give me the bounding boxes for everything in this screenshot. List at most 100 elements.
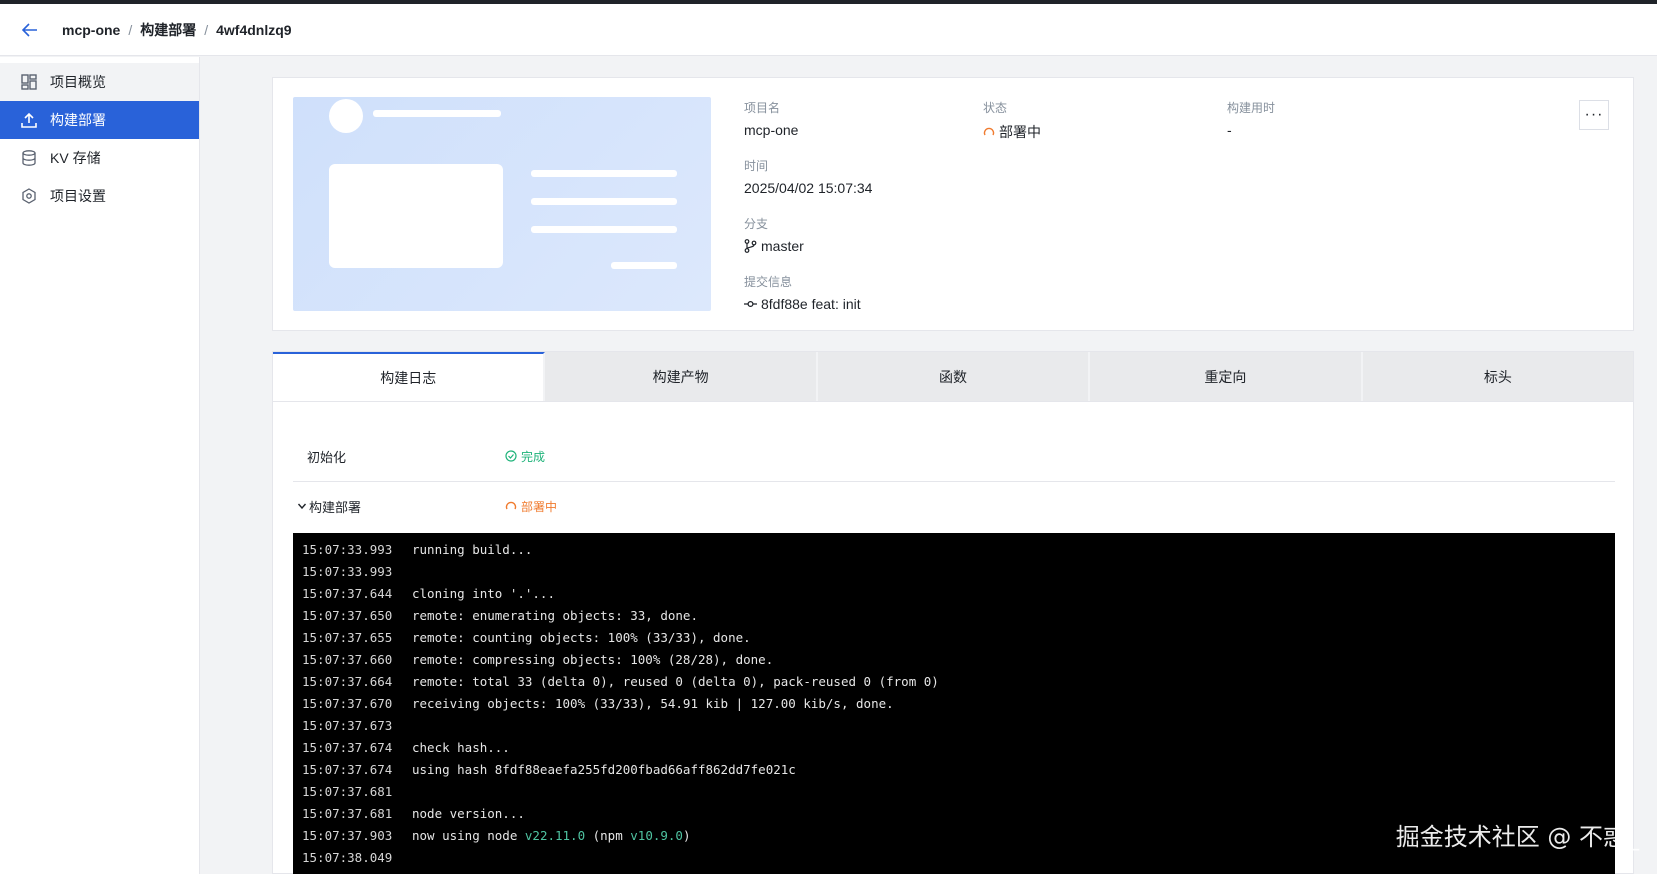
branch-label: 分支 <box>744 217 769 231</box>
log-timestamp: 15:07:37.650 <box>302 607 393 623</box>
tab-headers[interactable]: 标头 <box>1363 352 1633 401</box>
log-timestamp: 15:07:37.903 <box>302 827 393 843</box>
preview-line-placeholder <box>531 170 677 177</box>
sidebar-item-overview[interactable]: 项目概览 <box>0 63 199 101</box>
preview-line-placeholder <box>531 226 677 233</box>
log-message: using hash 8fdf88eaefa255fd200fbad66aff8… <box>412 761 796 777</box>
log-text: now using node <box>412 827 525 843</box>
check-circle-icon <box>505 450 517 462</box>
database-icon <box>20 149 38 167</box>
preview-line-placeholder <box>611 262 677 269</box>
log-message: receiving objects: 100% (33/33), 54.91 k… <box>412 695 894 711</box>
preview-avatar-placeholder <box>329 99 363 133</box>
commit-label: 提交信息 <box>744 275 793 289</box>
time-field: 时间 2025/04/02 15:07:34 <box>744 157 872 196</box>
branch-text[interactable]: master <box>761 238 804 254</box>
status-value: 部署中 <box>983 122 1041 142</box>
dashboard-icon <box>20 73 38 91</box>
step-name: 构建部署 <box>309 499 362 515</box>
step-name: 初始化 <box>307 449 347 465</box>
more-actions-button[interactable]: ··· <box>1579 100 1609 130</box>
sidebar-item-label: 构建部署 <box>50 112 106 128</box>
log-line: 15:07:33.993 <box>293 560 1615 582</box>
log-line: 15:07:37.655 remote: counting objects: 10… <box>293 626 1615 648</box>
tab-redirects[interactable]: 重定向 <box>1090 352 1363 401</box>
log-line: 15:07:37.664 remote: total 33 (delta 0), … <box>293 670 1615 692</box>
project-name-label: 项目名 <box>744 101 781 115</box>
log-message: remote: compressing objects: 100% (28/28… <box>412 651 774 667</box>
loading-spinner-icon <box>983 127 995 136</box>
log-timestamp: 15:07:33.993 <box>302 541 393 557</box>
step-status-text: 部署中 <box>521 499 558 514</box>
branch-value: master <box>744 238 804 254</box>
log-message: node version... <box>412 805 525 821</box>
breadcrumb-build-id: 4wf4dnlzq9 <box>216 21 292 38</box>
sidebar-item-kv-storage[interactable]: KV 存储 <box>0 139 199 177</box>
commit-field: 提交信息 8fdf88e feat: init <box>744 273 861 312</box>
sidebar: 项目概览 构建部署 KV 存储 项目设置 <box>0 57 200 874</box>
project-name-field: 项目名 mcp-one <box>744 99 798 138</box>
loading-spinner-icon <box>505 501 517 510</box>
breadcrumb-section[interactable]: 构建部署 <box>140 20 196 40</box>
log-timestamp: 15:07:37.681 <box>302 783 393 799</box>
chevron-down-icon[interactable] <box>297 501 307 511</box>
sidebar-item-label: KV 存储 <box>50 150 101 166</box>
log-message: remote: counting objects: 100% (33/33), … <box>412 629 751 645</box>
settings-icon <box>20 187 38 205</box>
log-message: remote: total 33 (delta 0), reused 0 (de… <box>412 673 939 689</box>
log-line: 15:07:37.660 remote: compressing objects:… <box>293 648 1615 670</box>
log-line: 15:07:37.670 receiving objects: 100% (33/… <box>293 692 1615 714</box>
tab-build-log[interactable]: 构建日志 <box>273 352 546 401</box>
time-value: 2025/04/02 15:07:34 <box>744 180 873 196</box>
log-timestamp: 15:07:37.681 <box>302 805 393 821</box>
log-timestamp: 15:07:37.660 <box>302 651 393 667</box>
log-message: now using node v22.11.0 (npm v10.9.0) <box>412 828 690 843</box>
build-duration-label: 构建用时 <box>1227 101 1276 115</box>
log-line: 15:07:37.673 <box>293 714 1615 736</box>
project-name-value: mcp-one <box>744 122 799 138</box>
log-text: (npm <box>585 827 631 843</box>
deployment-summary-card: 项目名 mcp-one 状态 部署中 构建用时 - 时间 2025/04/02 … <box>272 77 1634 331</box>
sidebar-item-build-deploy[interactable]: 构建部署 <box>0 101 199 139</box>
npm-version-text: v10.9.0 <box>630 827 683 843</box>
site-preview-thumbnail[interactable] <box>293 97 711 311</box>
log-timestamp: 15:07:37.674 <box>302 761 393 777</box>
step-row-init[interactable]: 初始化 完成 <box>293 431 1615 481</box>
log-timestamp: 15:07:37.664 <box>302 673 393 689</box>
tab-build-artifacts[interactable]: 构建产物 <box>545 352 818 401</box>
sidebar-item-label: 项目概览 <box>50 74 106 90</box>
node-version-text: v22.11.0 <box>524 827 586 843</box>
breadcrumb-separator: / <box>204 21 209 38</box>
log-message: running build... <box>412 541 533 557</box>
log-timestamp: 15:07:33.993 <box>302 563 393 579</box>
status-field: 状态 部署中 <box>983 99 1041 142</box>
commit-text[interactable]: 8fdf88e feat: init <box>761 296 861 312</box>
step-status-done: 完成 <box>505 448 545 465</box>
step-row-build-deploy[interactable]: 构建部署 部署中 <box>293 481 1615 531</box>
back-arrow-icon[interactable] <box>18 18 42 42</box>
build-log-panel: 初始化 完成 构建部署 部署中 15:07:33.993 running buil… <box>272 402 1634 874</box>
log-timestamp: 15:07:37.655 <box>302 629 393 645</box>
time-label: 时间 <box>744 159 769 173</box>
breadcrumb-project[interactable]: mcp-one <box>62 22 120 38</box>
status-text: 部署中 <box>999 124 1041 140</box>
preview-line-placeholder <box>373 110 501 117</box>
sidebar-item-label: 项目设置 <box>50 188 106 204</box>
log-line: 15:07:37.674 using hash 8fdf88eaefa255fd2… <box>293 758 1615 780</box>
breadcrumb-separator: / <box>128 21 133 38</box>
log-timestamp: 15:07:37.674 <box>302 739 393 755</box>
tab-bar: 构建日志 构建产物 函数 重定向 标头 <box>272 351 1634 402</box>
preview-line-placeholder <box>531 198 677 205</box>
log-message: remote: enumerating objects: 33, done. <box>412 607 698 623</box>
step-name-wrap: 构建部署 <box>293 497 505 516</box>
log-line: 15:07:33.993 running build... <box>293 538 1615 560</box>
log-line: 15:07:37.681 <box>293 780 1615 802</box>
log-message: cloning into '.'... <box>412 585 555 601</box>
git-commit-icon <box>744 300 757 308</box>
step-status-text: 完成 <box>521 449 546 464</box>
tab-functions[interactable]: 函数 <box>818 352 1091 401</box>
sidebar-item-settings[interactable]: 项目设置 <box>0 177 199 215</box>
log-line: 15:07:37.650 remote: enumerating objects:… <box>293 604 1615 626</box>
status-label: 状态 <box>983 101 1008 115</box>
branch-field: 分支 master <box>744 215 804 254</box>
